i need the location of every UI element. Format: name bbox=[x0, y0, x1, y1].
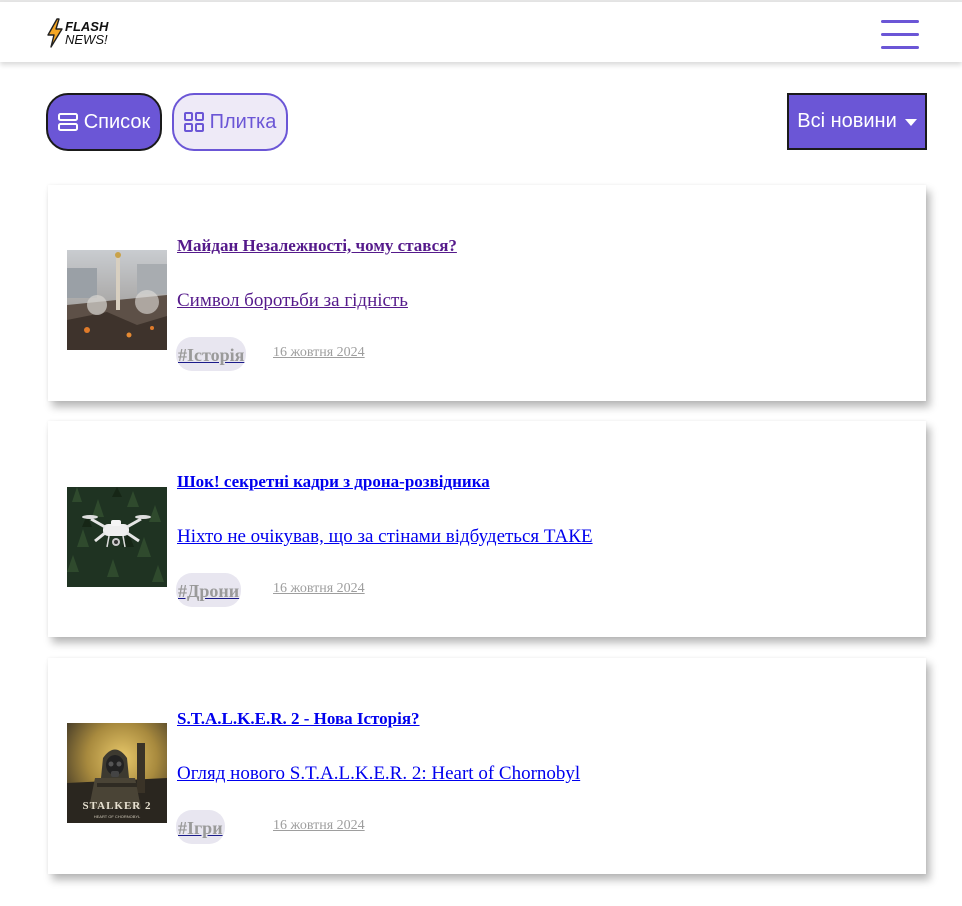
tile-view-label: Плитка bbox=[209, 110, 277, 133]
article-date[interactable]: 16 жовтня 2024 bbox=[273, 581, 365, 597]
news-card[interactable]: Шок! секретні кадри з дрона-розвідника Н… bbox=[48, 421, 926, 637]
hamburger-line bbox=[881, 33, 919, 36]
maidan-photo[interactable] bbox=[67, 250, 167, 350]
article-title[interactable]: S.T.A.L.K.E.R. 2 - Нова Історія? bbox=[177, 709, 420, 729]
hamburger-icon[interactable] bbox=[879, 17, 921, 51]
lightning-bolt-icon bbox=[47, 18, 63, 48]
site-header: FLASH NEWS! bbox=[0, 2, 962, 62]
stalker-logo-text: STALKER 2 bbox=[82, 800, 151, 812]
article-date[interactable]: 16 жовтня 2024 bbox=[273, 818, 365, 834]
article-subtitle[interactable]: Огляд нового S.T.A.L.K.E.R. 2: Heart of … bbox=[177, 763, 580, 785]
caret-down-icon bbox=[904, 119, 917, 126]
logo-text-news: NEWS! bbox=[65, 32, 108, 47]
article-subtitle[interactable]: Ніхто не очікував, що за стінами відбуде… bbox=[177, 526, 593, 548]
list-view-label: Список bbox=[83, 110, 151, 133]
stalker-cover[interactable]: STALKER 2 HEART OF CHORNOBYL bbox=[67, 723, 167, 823]
grid-icon bbox=[183, 112, 204, 132]
news-filter-label: Всі новини bbox=[797, 110, 897, 132]
hamburger-line bbox=[881, 20, 919, 23]
news-filter-dropdown[interactable]: Всі новини bbox=[787, 93, 927, 150]
article-subtitle[interactable]: Символ боротьби за гідність bbox=[177, 290, 408, 312]
stalker-tagline-text: HEART OF CHORNOBYL bbox=[94, 814, 141, 819]
article-title[interactable]: Шок! секретні кадри з дрона-розвідника bbox=[177, 472, 490, 492]
drone-photo[interactable] bbox=[67, 487, 167, 587]
article-tag[interactable]: #Історія bbox=[176, 337, 247, 371]
article-tag[interactable]: #Дрони bbox=[176, 573, 242, 607]
article-title[interactable]: Майдан Незалежності, чому стався? bbox=[177, 236, 457, 256]
site-logo[interactable]: FLASH NEWS! bbox=[46, 18, 126, 50]
article-date[interactable]: 16 жовтня 2024 bbox=[273, 345, 365, 361]
tile-view-button[interactable]: Плитка bbox=[172, 93, 288, 151]
list-view-button[interactable]: Список bbox=[46, 93, 162, 151]
news-card[interactable]: Майдан Незалежності, чому стався? Символ… bbox=[48, 185, 926, 401]
hamburger-line bbox=[881, 46, 919, 49]
list-icon bbox=[57, 113, 78, 131]
article-tag[interactable]: #Ігри bbox=[176, 810, 225, 844]
news-card[interactable]: STALKER 2 HEART OF CHORNOBYL S.T.A.L.K.E… bbox=[48, 658, 926, 874]
